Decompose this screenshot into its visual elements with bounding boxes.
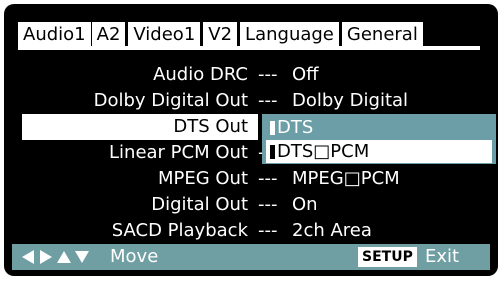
- setting-label: Linear PCM Out: [109, 142, 248, 163]
- setting-row-mpeg-out[interactable]: MPEG Out --- MPEG□PCM: [4, 166, 498, 192]
- navigation-arrows: [20, 249, 90, 265]
- setting-separator: ---: [258, 64, 278, 85]
- footer-bar: Move SETUP Exit: [12, 244, 490, 270]
- setting-value: On: [292, 194, 318, 215]
- dropdown-option-dts-pcm[interactable]: DTS□PCM: [266, 140, 492, 163]
- right-arrow-icon: [38, 249, 54, 265]
- tab-v2[interactable]: V2: [203, 22, 238, 48]
- exit-label: Exit: [425, 246, 460, 267]
- setting-label: Digital Out: [151, 194, 248, 215]
- setting-label: DTS Out: [173, 116, 248, 137]
- setting-value: Dolby Digital: [292, 90, 409, 111]
- option-label: DTS□PCM: [277, 141, 370, 162]
- setup-button[interactable]: SETUP: [358, 247, 417, 267]
- up-arrow-icon: [56, 249, 72, 265]
- setting-separator: ---: [258, 194, 278, 215]
- setting-separator: ---: [258, 220, 278, 241]
- setting-value: Off: [292, 64, 319, 85]
- setting-value: MPEG□PCM: [292, 168, 400, 189]
- setting-label: MPEG Out: [157, 168, 248, 189]
- setting-value: 2ch Area: [292, 220, 372, 241]
- setting-label: SACD Playback: [111, 220, 248, 241]
- tab-underline: [18, 46, 480, 50]
- option-label: DTS: [277, 117, 314, 138]
- dropdown-option-dts[interactable]: DTS: [266, 116, 492, 139]
- setting-row-dolby-digital-out[interactable]: Dolby Digital Out --- Dolby Digital: [4, 88, 498, 114]
- move-label: Move: [110, 246, 159, 267]
- setting-label: Dolby Digital Out: [93, 90, 248, 111]
- setting-label: Audio DRC: [153, 64, 248, 85]
- left-arrow-icon: [20, 249, 36, 265]
- setting-separator: ---: [258, 168, 278, 189]
- settings-screen: Audio1 A2 Video1 V2 Language General Aud…: [4, 4, 498, 276]
- tab-audio1[interactable]: Audio1: [18, 22, 91, 48]
- tab-language[interactable]: Language: [240, 22, 339, 48]
- selected-marker-icon: [270, 121, 275, 135]
- tab-video1[interactable]: Video1: [128, 22, 201, 48]
- setting-row-sacd-playback[interactable]: SACD Playback --- 2ch Area: [4, 218, 498, 244]
- tab-a2[interactable]: A2: [91, 22, 126, 48]
- setting-row-digital-out[interactable]: Digital Out --- On: [4, 192, 498, 218]
- option-marker-icon: [270, 145, 275, 159]
- tab-general[interactable]: General: [341, 22, 423, 48]
- setting-separator: ---: [258, 90, 278, 111]
- dts-out-dropdown[interactable]: DTS DTS□PCM: [262, 114, 496, 164]
- down-arrow-icon: [74, 249, 90, 265]
- tab-bar: Audio1 A2 Video1 V2 Language General: [18, 22, 426, 48]
- setting-row-audio-drc[interactable]: Audio DRC --- Off: [4, 62, 498, 88]
